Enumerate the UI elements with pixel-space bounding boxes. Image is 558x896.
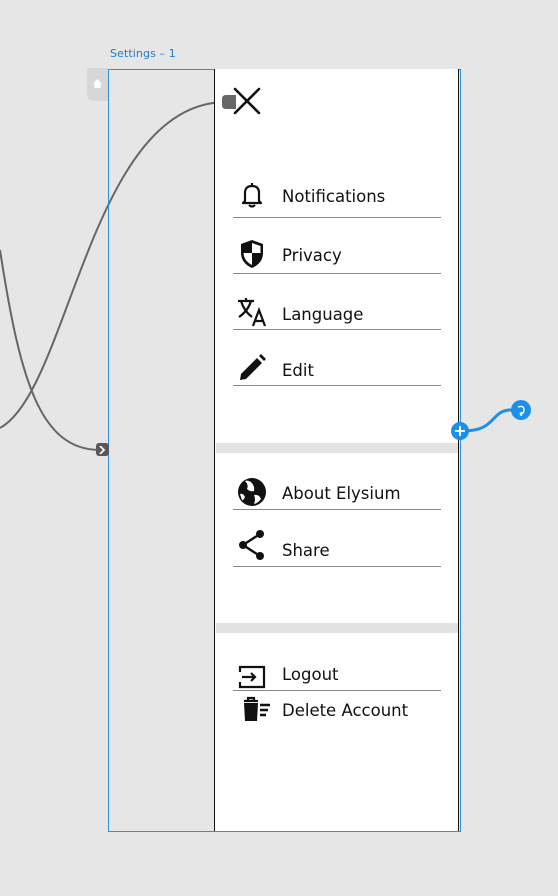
shield-icon [235, 239, 269, 269]
home-tab[interactable] [87, 68, 108, 101]
home-icon [93, 79, 102, 88]
wire-connector-left[interactable] [96, 443, 109, 456]
section-divider [216, 443, 458, 453]
menu-item-label: Share [282, 541, 330, 560]
add-connection-button[interactable]: + [451, 422, 469, 440]
connection-handle[interactable] [511, 400, 531, 420]
logout-icon [235, 662, 269, 692]
menu-item-about[interactable]: About Elysium [233, 469, 441, 510]
menu-item-label: Edit [282, 361, 314, 380]
globe-icon [235, 477, 269, 507]
menu-item-delete-account[interactable]: Delete Account [233, 693, 441, 727]
menu-item-label: About Elysium [282, 484, 401, 503]
menu-item-label: Logout [282, 665, 339, 684]
loop-icon [517, 405, 525, 416]
section-divider [216, 623, 458, 633]
chevron-right-icon [99, 445, 106, 454]
menu-item-logout[interactable]: Logout [233, 650, 441, 691]
delete-list-icon [241, 695, 271, 727]
menu-item-edit[interactable]: Edit [233, 345, 441, 386]
menu-item-share[interactable]: Share [233, 526, 441, 567]
pencil-icon [235, 353, 269, 383]
bell-icon [235, 180, 269, 210]
menu-item-label: Notifications [282, 187, 386, 206]
menu-item-label: Privacy [282, 246, 342, 265]
menu-item-language[interactable]: Language [233, 289, 441, 330]
menu-item-label: Language [282, 305, 364, 324]
translate-icon [235, 297, 269, 327]
close-icon [233, 87, 261, 115]
artboard-label[interactable]: Settings – 1 [110, 47, 176, 60]
menu-item-privacy[interactable]: Privacy [233, 233, 441, 274]
plus-icon: + [453, 421, 467, 440]
menu-item-notifications[interactable]: Notifications [233, 177, 441, 218]
close-button[interactable] [232, 86, 262, 116]
menu-item-label: Delete Account [282, 701, 409, 720]
share-icon [235, 530, 269, 560]
